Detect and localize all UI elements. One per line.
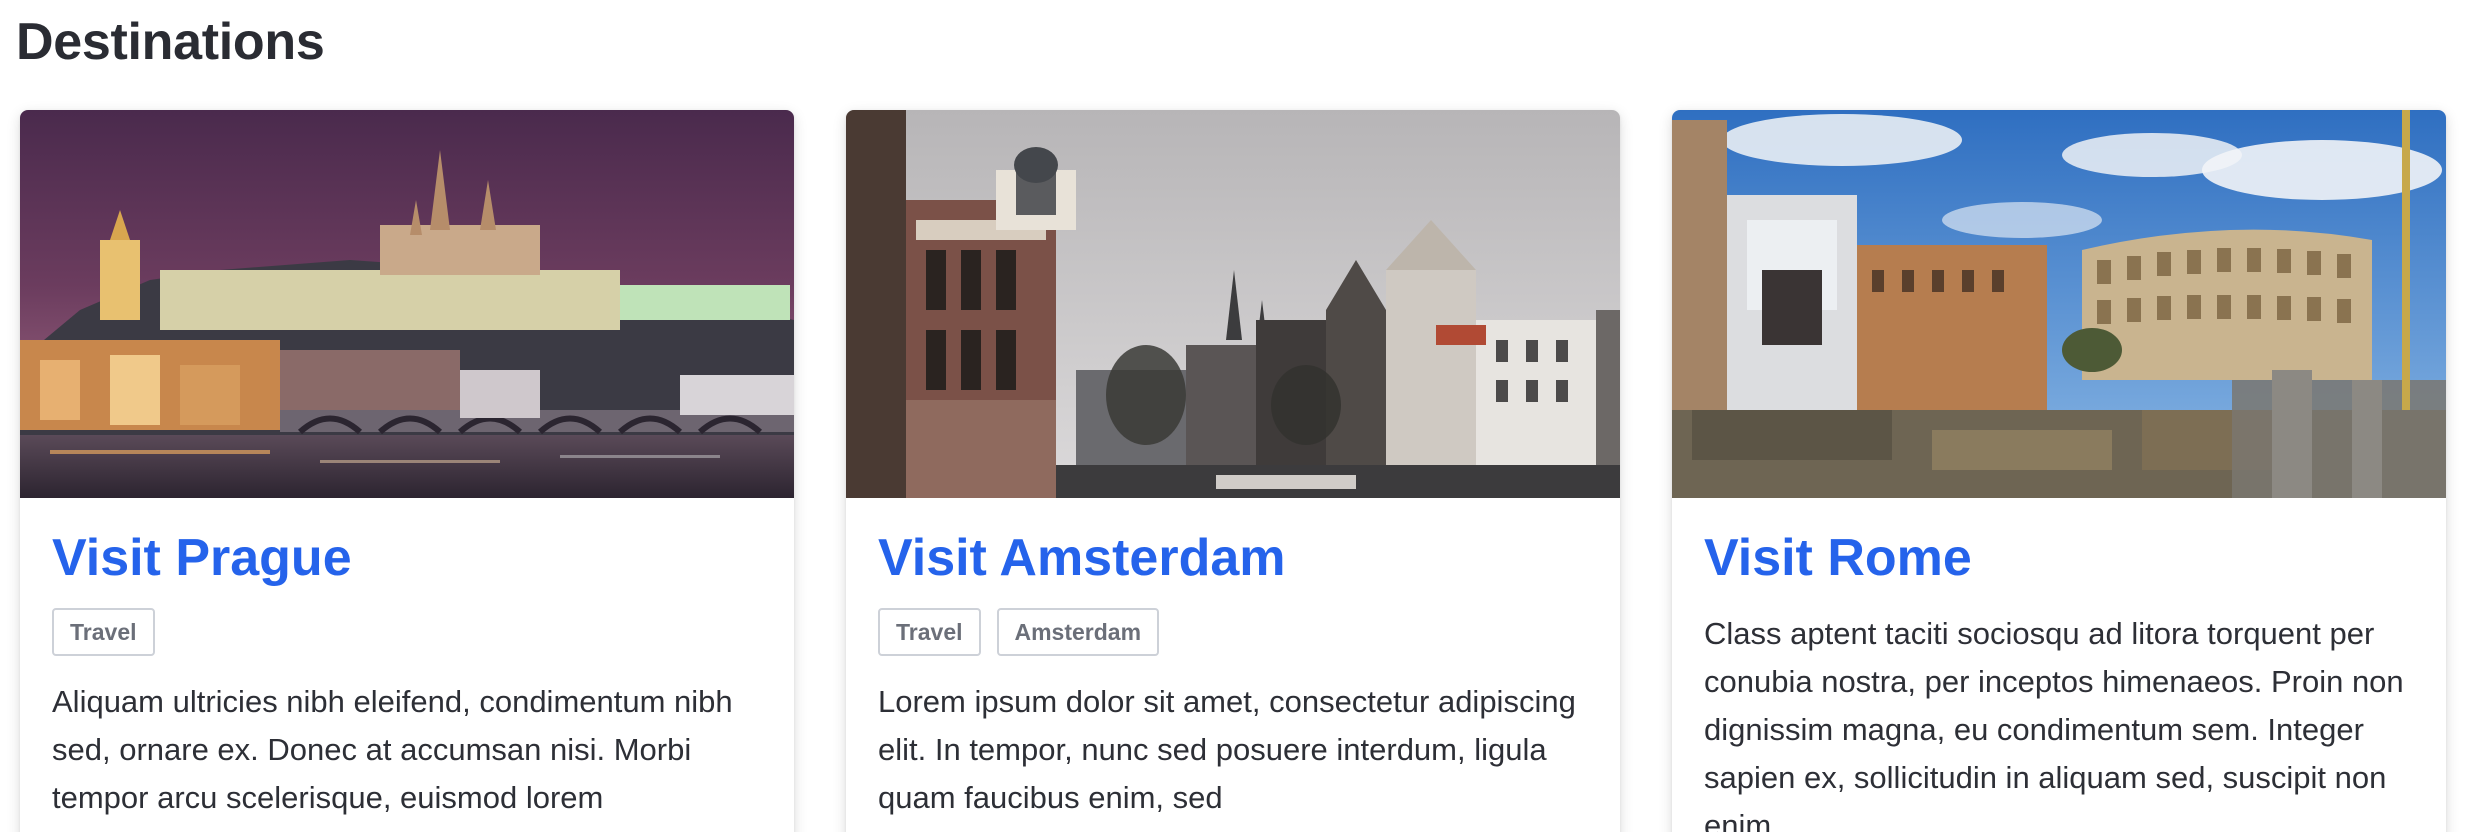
card-title-link[interactable]: Visit Rome bbox=[1704, 528, 1972, 588]
card-description: Aliquam ultricies nibh eleifend, condime… bbox=[52, 684, 733, 815]
card-body: Visit Prague Travel Aliquam ultricies ni… bbox=[20, 498, 794, 822]
page-heading: Destinations bbox=[16, 13, 325, 71]
card-title-link[interactable]: Visit Amsterdam bbox=[878, 528, 1286, 588]
tag-travel[interactable]: Travel bbox=[52, 608, 155, 656]
tag-travel[interactable]: Travel bbox=[878, 608, 981, 656]
destination-card-rome: Visit Rome Class aptent taciti sociosqu … bbox=[1672, 110, 2446, 832]
tag-list: Travel bbox=[52, 608, 762, 656]
destination-cards: Visit Prague Travel Aliquam ultricies ni… bbox=[20, 110, 2446, 832]
card-image-rome[interactable] bbox=[1672, 110, 2446, 498]
destination-card-prague: Visit Prague Travel Aliquam ultricies ni… bbox=[20, 110, 794, 832]
card-description: Class aptent taciti sociosqu ad litora t… bbox=[1704, 616, 2404, 832]
card-image-amsterdam[interactable] bbox=[846, 110, 1620, 498]
card-description: Lorem ipsum dolor sit amet, consectetur … bbox=[878, 684, 1576, 815]
card-body: Visit Rome Class aptent taciti sociosqu … bbox=[1672, 498, 2446, 832]
card-body: Visit Amsterdam Travel Amsterdam Lorem i… bbox=[846, 498, 1620, 822]
card-image-prague[interactable] bbox=[20, 110, 794, 498]
amsterdam-photo bbox=[846, 110, 1620, 498]
tag-amsterdam[interactable]: Amsterdam bbox=[996, 608, 1160, 656]
page: Destinations Visit Prague Travel Aliquam… bbox=[0, 0, 2466, 832]
rome-photo bbox=[1672, 110, 2446, 498]
tag-list: Travel Amsterdam bbox=[878, 608, 1588, 656]
destination-card-amsterdam: Visit Amsterdam Travel Amsterdam Lorem i… bbox=[846, 110, 1620, 832]
card-title-link[interactable]: Visit Prague bbox=[52, 528, 352, 588]
prague-photo bbox=[20, 110, 794, 498]
